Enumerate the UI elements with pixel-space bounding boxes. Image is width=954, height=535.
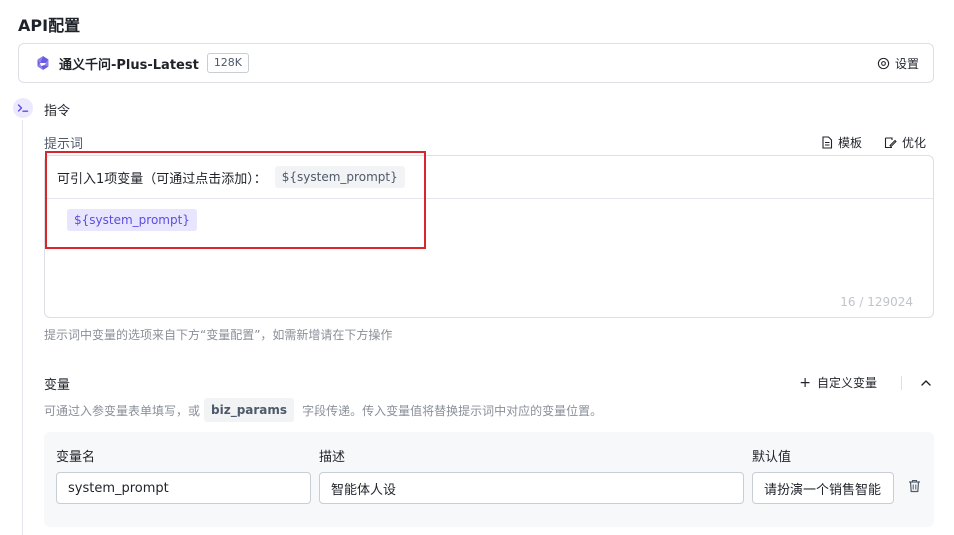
divider xyxy=(901,375,902,390)
variables-table: 变量名 描述 默认值 system_prompt 智能体人设 请扮演一个销售智能 xyxy=(44,432,934,527)
instruction-title: 指令 xyxy=(44,104,71,119)
template-label: 模板 xyxy=(837,136,862,150)
context-length-badge: 128K xyxy=(206,53,250,73)
variable-description-input[interactable]: 智能体人设 xyxy=(319,472,744,504)
variable-hint-row: 可引入1项变量（可通过点击添加）： ${system_prompt} xyxy=(45,156,933,199)
biz-params-code: biz_params xyxy=(204,398,295,422)
column-header-description: 描述 xyxy=(319,450,346,465)
timeline-rail xyxy=(22,120,23,535)
prompt-help-text: 提示词中变量的选项来自下方“变量配置”，如需新增请在下方操作 xyxy=(44,328,393,342)
chevron-up-icon xyxy=(921,379,931,386)
prompt-label: 提示词 xyxy=(44,137,84,152)
prompt-editor[interactable]: 可引入1项变量（可通过点击添加）： ${system_prompt} ${sys… xyxy=(44,155,934,318)
plus-icon: + xyxy=(799,374,811,391)
add-variable-label: 自定义变量 xyxy=(816,376,877,390)
magic-edit-icon xyxy=(884,137,897,149)
optimize-label: 优化 xyxy=(901,136,926,150)
model-selector[interactable]: 通义千问-Plus-Latest 128K 设置 xyxy=(18,43,934,83)
model-name: 通义千问-Plus-Latest xyxy=(59,57,199,73)
terminal-icon xyxy=(13,98,33,118)
collapse-button[interactable] xyxy=(920,377,932,389)
char-count: 16 / 129024 xyxy=(840,295,913,309)
variables-title: 变量 xyxy=(44,378,71,393)
variable-hint-text: 可引入1项变量（可通过点击添加）： xyxy=(57,171,267,187)
variables-description: 可通过入参变量表单填写，或 biz_params 字段传递。传入变量值将替换提示… xyxy=(44,396,602,424)
variable-default-input[interactable]: 请扮演一个销售智能 xyxy=(752,472,894,504)
document-icon xyxy=(822,136,833,149)
optimize-button[interactable]: 优化 xyxy=(884,134,926,151)
variables-desc-after: 字段传递。传入变量值将替换提示词中对应的变量位置。 xyxy=(302,403,603,418)
prompt-toolbar: 模板 优化 xyxy=(821,134,926,151)
column-header-name: 变量名 xyxy=(56,450,96,465)
add-custom-variable-button[interactable]: + 自定义变量 xyxy=(799,374,877,391)
variable-name-input[interactable]: system_prompt xyxy=(56,472,311,504)
prompt-variable-token[interactable]: ${system_prompt} xyxy=(67,209,197,231)
variables-actions: + 自定义变量 xyxy=(799,374,932,391)
trash-icon[interactable] xyxy=(908,478,921,497)
gear-icon xyxy=(877,57,890,69)
template-button[interactable]: 模板 xyxy=(821,134,862,151)
qwen-logo-icon xyxy=(35,55,51,71)
section-title: API配置 xyxy=(18,16,81,35)
column-header-default: 默认值 xyxy=(752,450,792,465)
insert-variable-chip[interactable]: ${system_prompt} xyxy=(274,166,405,188)
variables-desc-before: 可通过入参变量表单填写，或 xyxy=(44,403,201,418)
model-settings-button[interactable]: 设置 xyxy=(877,55,919,72)
settings-label: 设置 xyxy=(894,56,919,71)
